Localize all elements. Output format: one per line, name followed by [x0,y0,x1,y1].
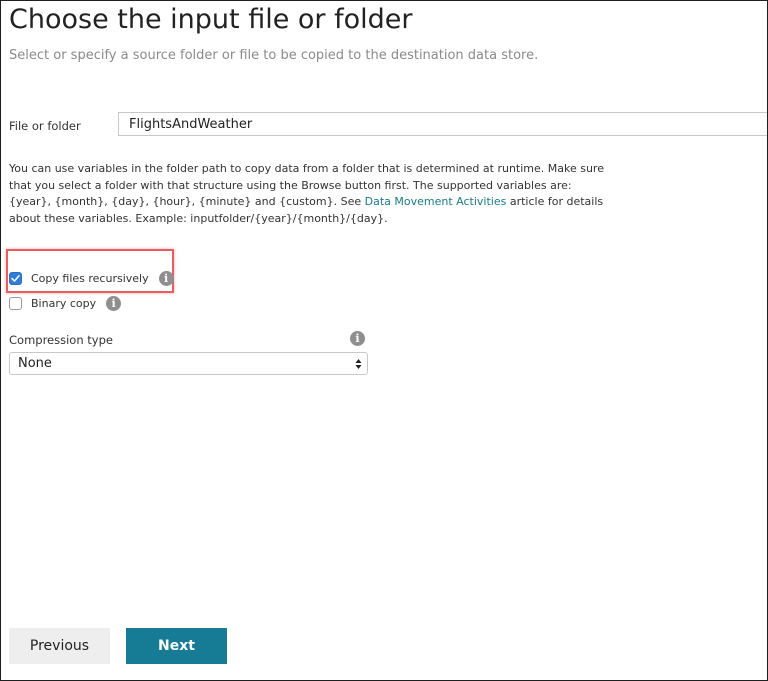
compression-type-selected-value: None [18,356,52,371]
wizard-panel: Choose the input file or folder Select o… [0,0,768,681]
next-button[interactable]: Next [126,628,227,664]
variables-help-text: You can use variables in the folder path… [9,161,609,227]
compression-type-label: Compression type [9,333,113,347]
select-arrows-icon [355,358,362,370]
file-or-folder-label: File or folder [9,119,81,133]
copy-recursively-label[interactable]: Copy files recursively [31,272,149,285]
copy-recursively-option: Copy files recursively i [9,269,174,287]
previous-button[interactable]: Previous [9,628,110,664]
data-movement-activities-link[interactable]: Data Movement Activities [365,195,507,208]
file-or-folder-input[interactable] [118,112,767,136]
compression-type-info-icon[interactable]: i [350,331,365,346]
page-title: Choose the input file or folder [9,4,413,35]
binary-copy-label[interactable]: Binary copy [31,297,96,310]
page-subtitle: Select or specify a source folder or fil… [9,48,539,63]
binary-copy-option: Binary copy i [9,294,122,312]
copy-recursively-info-icon[interactable]: i [158,270,174,286]
binary-copy-info-icon[interactable]: i [106,295,122,311]
copy-recursively-checkbox[interactable] [9,271,22,285]
compression-type-select[interactable]: None [9,352,368,375]
binary-copy-checkbox[interactable] [9,296,22,310]
checkmark-icon [11,274,20,282]
